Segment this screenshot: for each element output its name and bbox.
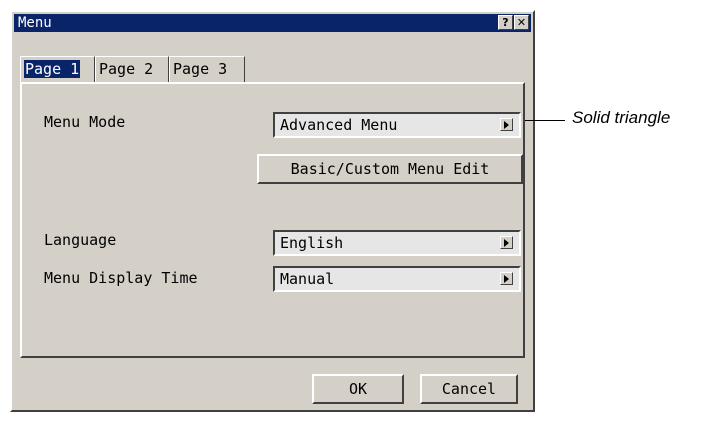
menu-mode-label: Menu Mode: [44, 113, 126, 131]
window-title: Menu: [18, 15, 52, 31]
tab-page-2-label: Page 2: [99, 60, 154, 78]
callout-line: [525, 120, 565, 121]
menu-display-time-value: Manual: [280, 270, 335, 288]
help-icon[interactable]: ?: [498, 15, 513, 30]
close-icon[interactable]: ✕: [514, 15, 529, 30]
ok-button[interactable]: OK: [312, 374, 404, 404]
menu-display-time-dropdown[interactable]: Manual: [273, 266, 521, 292]
title-bar[interactable]: Menu ? ✕: [14, 14, 531, 32]
tab-page-1-label: Page 1: [24, 60, 81, 78]
language-label: Language: [44, 231, 117, 249]
dropdown-arrow-icon[interactable]: [500, 118, 513, 131]
language-dropdown[interactable]: English: [273, 230, 521, 256]
dropdown-arrow-icon[interactable]: [500, 236, 513, 249]
menu-display-time-label: Menu Display Time: [44, 269, 198, 287]
language-value: English: [280, 234, 344, 252]
cancel-button[interactable]: Cancel: [420, 374, 518, 404]
basic-custom-menu-edit-button[interactable]: Basic/Custom Menu Edit: [257, 154, 523, 184]
menu-mode-dropdown[interactable]: Advanced Menu: [273, 112, 521, 138]
callout-label: Solid triangle: [572, 108, 671, 127]
tab-panel: Menu Mode Advanced Menu Basic/Custom Men…: [20, 82, 525, 358]
menu-mode-value: Advanced Menu: [280, 116, 398, 134]
tab-page-3[interactable]: Page 3: [169, 56, 245, 82]
menu-dialog: Menu ? ✕ Page 1 Page 2 Page 3 Menu Mode …: [10, 10, 535, 412]
tab-page-3-label: Page 3: [173, 60, 228, 78]
tab-page-2[interactable]: Page 2: [95, 56, 169, 82]
dropdown-arrow-icon[interactable]: [500, 272, 513, 285]
tab-page-1[interactable]: Page 1: [20, 56, 95, 82]
